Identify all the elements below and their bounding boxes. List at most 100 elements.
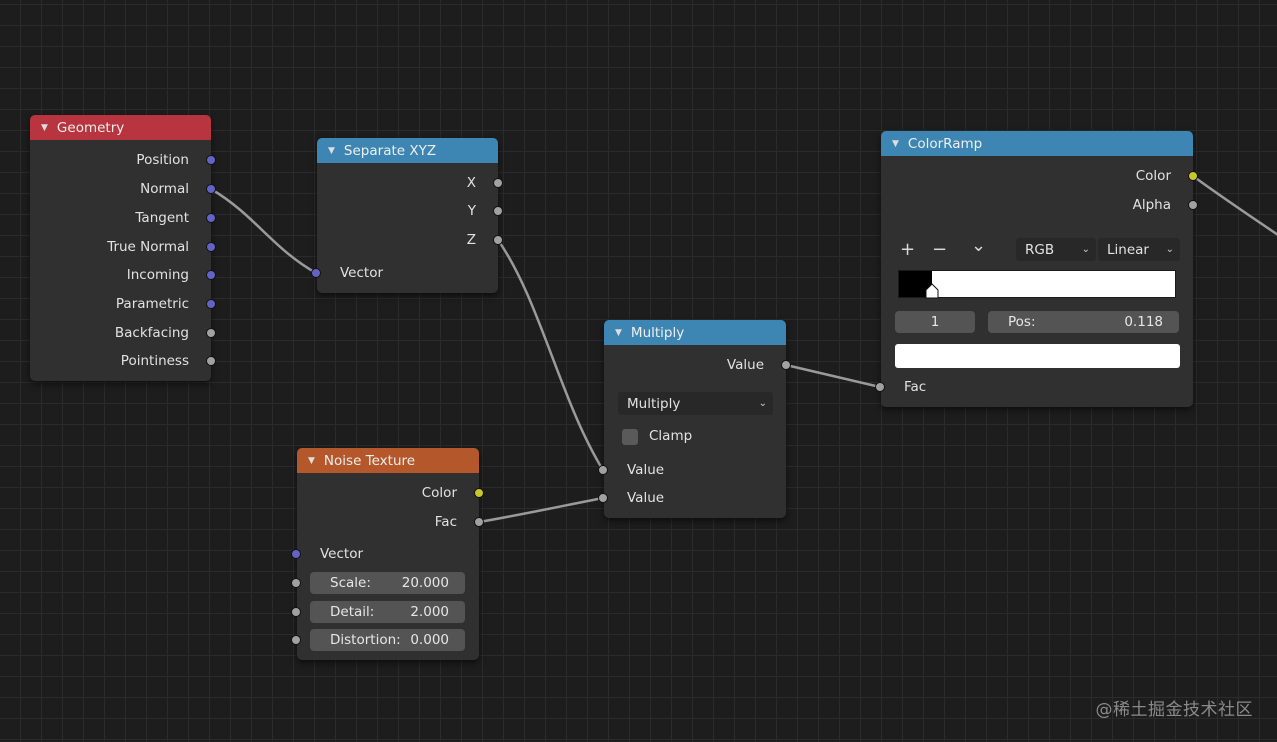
noise-texture-node[interactable]: ▼ Noise Texture Color Fac Vector Scale: … xyxy=(297,448,479,660)
geometry-parametric-socket[interactable] xyxy=(206,299,216,309)
active-stop-index-field[interactable]: 1 xyxy=(895,311,975,333)
socket-label: Fac xyxy=(904,379,927,395)
stop-index-value: 1 xyxy=(930,314,940,330)
input-value-1: Value xyxy=(604,458,786,482)
geometry-backfacing-socket[interactable] xyxy=(206,328,216,338)
colorramp-node-header[interactable]: ▼ ColorRamp xyxy=(881,131,1193,156)
color-mode-dropdown[interactable]: RGB ⌄ xyxy=(1016,238,1096,261)
separate-xyz-node-header[interactable]: ▼ Separate XYZ xyxy=(317,138,498,163)
field-value: 0.000 xyxy=(410,632,449,648)
colorramp-node[interactable]: ▼ ColorRamp Color Alpha + − ⌄ RGB ⌄ Line… xyxy=(881,131,1193,407)
interpolation-dropdown[interactable]: Linear ⌄ xyxy=(1098,238,1180,261)
socket-label: Value xyxy=(627,490,665,506)
scale-field[interactable]: Scale: 20.000 xyxy=(310,572,465,594)
colorramp-alpha-socket[interactable] xyxy=(1188,200,1198,210)
separate-x-socket[interactable] xyxy=(493,178,503,188)
socket-label: Alpha xyxy=(1132,197,1171,213)
noise-texture-node-header[interactable]: ▼ Noise Texture xyxy=(297,448,479,473)
output-pointiness: Pointiness xyxy=(30,349,211,373)
output-incoming: Incoming xyxy=(30,263,211,287)
stop-position-field[interactable]: Pos: 0.118 xyxy=(988,311,1179,333)
noise-fac-socket[interactable] xyxy=(474,517,484,527)
stop-color-swatch[interactable] xyxy=(895,344,1180,368)
socket-label: Vector xyxy=(340,265,384,281)
plus-icon[interactable]: + xyxy=(900,241,915,259)
noise-scale-socket[interactable] xyxy=(291,578,301,588)
geometry-incoming-socket[interactable] xyxy=(206,270,216,280)
collapse-triangle-icon[interactable]: ▼ xyxy=(308,456,315,466)
geometry-true-normal-socket[interactable] xyxy=(206,242,216,252)
detail-field[interactable]: Detail: 2.000 xyxy=(310,601,465,623)
noise-vector-socket[interactable] xyxy=(291,549,301,559)
output-position: Position xyxy=(30,148,211,172)
interpolation-value: Linear xyxy=(1107,241,1149,258)
chevron-down-icon[interactable]: ⌄ xyxy=(971,237,986,255)
watermark: @稀土掘金技术社区 xyxy=(1095,700,1253,720)
socket-label: Vector xyxy=(320,546,364,562)
separate-xyz-node[interactable]: ▼ Separate XYZ X Y Z Vector xyxy=(317,138,498,293)
node-title: Separate XYZ xyxy=(343,142,437,159)
geometry-normal-socket[interactable] xyxy=(206,184,216,194)
socket-label: Parametric xyxy=(115,296,189,312)
node-title: Multiply xyxy=(630,324,685,341)
clamp-checkbox[interactable] xyxy=(622,429,638,445)
socket-label: Y xyxy=(467,203,476,219)
socket-label: Pointiness xyxy=(120,353,189,369)
noise-detail-socket[interactable] xyxy=(291,607,301,617)
geometry-pointiness-socket[interactable] xyxy=(206,356,216,366)
link-fac-to-multiply-value xyxy=(478,496,604,524)
output-color: Color xyxy=(881,164,1193,188)
socket-label: Tangent xyxy=(135,210,189,226)
input-vector: Vector xyxy=(297,542,479,566)
chevron-down-icon: ⌄ xyxy=(758,398,767,409)
socket-label: True Normal xyxy=(107,239,189,255)
field-value: 0.118 xyxy=(1124,314,1163,330)
field-label: Pos: xyxy=(1008,314,1036,330)
link-normal-to-vector xyxy=(210,187,317,275)
collapse-triangle-icon[interactable]: ▼ xyxy=(615,328,622,338)
field-label: Scale: xyxy=(330,575,371,591)
socket-label: Z xyxy=(466,232,476,248)
geometry-position-socket[interactable] xyxy=(206,155,216,165)
separate-z-socket[interactable] xyxy=(493,235,503,245)
multiply-value-input-2-socket[interactable] xyxy=(598,493,608,503)
multiply-value-input-1-socket[interactable] xyxy=(598,465,608,475)
socket-label: Fac xyxy=(434,514,457,530)
colorramp-color-socket[interactable] xyxy=(1188,171,1198,181)
minus-icon[interactable]: − xyxy=(932,241,947,259)
output-alpha: Alpha xyxy=(881,193,1193,217)
color-ramp-gradient[interactable] xyxy=(898,270,1176,299)
output-color: Color xyxy=(297,481,479,505)
field-label: Distortion: xyxy=(330,632,401,648)
multiply-value-output-socket[interactable] xyxy=(781,360,791,370)
separate-vector-socket[interactable] xyxy=(311,268,321,278)
socket-label: Backfacing xyxy=(114,325,189,341)
field-label: Detail: xyxy=(330,604,375,620)
socket-label: Color xyxy=(1135,168,1171,184)
noise-color-socket[interactable] xyxy=(474,488,484,498)
color-stop-handle[interactable] xyxy=(925,283,939,299)
output-true-normal: True Normal xyxy=(30,235,211,259)
collapse-triangle-icon[interactable]: ▼ xyxy=(892,139,899,149)
output-z: Z xyxy=(317,228,498,252)
distortion-field[interactable]: Distortion: 0.000 xyxy=(310,629,465,651)
link-z-to-multiply-value xyxy=(496,239,605,471)
operation-dropdown[interactable]: Multiply ⌄ xyxy=(618,392,773,415)
separate-y-socket[interactable] xyxy=(493,206,503,216)
node-title: Noise Texture xyxy=(323,452,416,469)
noise-distortion-socket[interactable] xyxy=(291,635,301,645)
colorramp-fac-socket[interactable] xyxy=(875,382,885,392)
link-multiply-value-to-fac xyxy=(785,363,881,389)
geometry-tangent-socket[interactable] xyxy=(206,213,216,223)
geometry-node-header[interactable]: ▼ Geometry xyxy=(30,115,211,140)
link-color-offscreen xyxy=(1192,174,1277,236)
collapse-triangle-icon[interactable]: ▼ xyxy=(41,123,48,133)
field-value: 20.000 xyxy=(401,575,449,591)
multiply-node-header[interactable]: ▼ Multiply xyxy=(604,320,786,345)
geometry-node[interactable]: ▼ Geometry Position Normal Tangent True … xyxy=(30,115,211,381)
operation-value: Multiply xyxy=(627,395,681,412)
output-parametric: Parametric xyxy=(30,292,211,316)
multiply-node[interactable]: ▼ Multiply Value Multiply ⌄ Clamp Value … xyxy=(604,320,786,518)
collapse-triangle-icon[interactable]: ▼ xyxy=(328,146,335,156)
output-normal: Normal xyxy=(30,177,211,201)
